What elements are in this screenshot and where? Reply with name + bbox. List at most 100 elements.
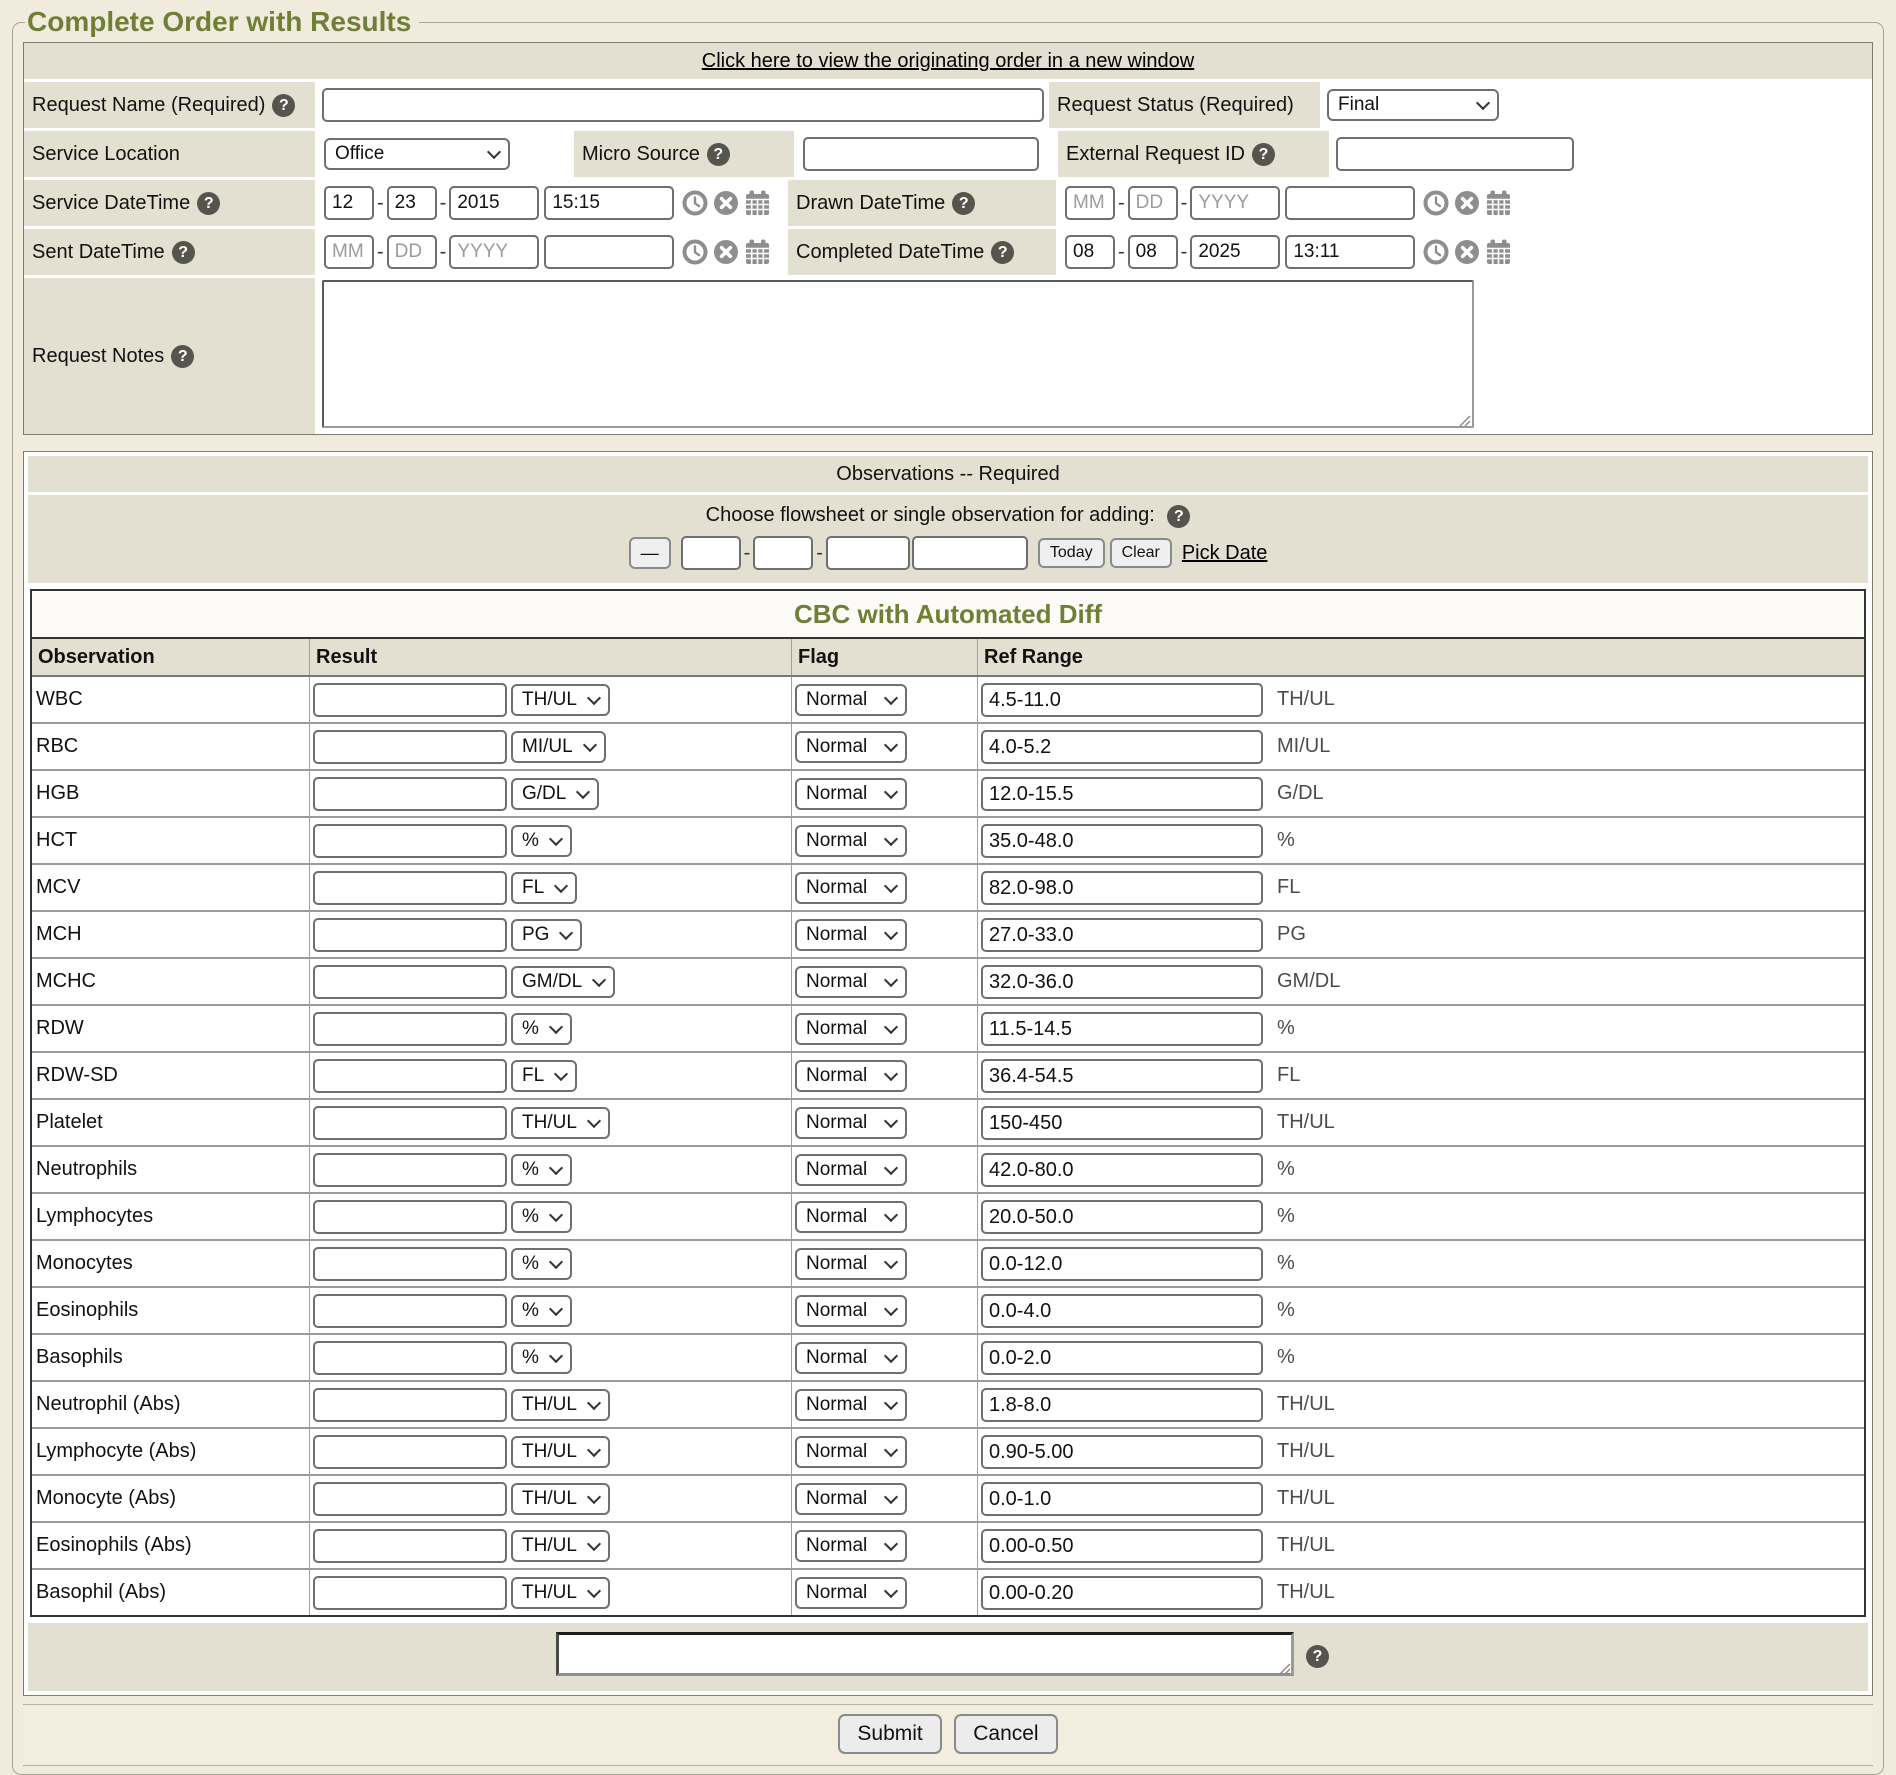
result-unit-select[interactable]: % xyxy=(511,1154,572,1186)
clock-icon[interactable] xyxy=(682,190,708,216)
clear-icon[interactable] xyxy=(713,239,739,265)
result-unit-select[interactable]: TH/UL xyxy=(511,1107,610,1139)
flag-select[interactable]: Normal xyxy=(795,1389,907,1421)
flag-select[interactable]: Normal xyxy=(795,872,907,904)
clock-icon[interactable] xyxy=(1423,190,1449,216)
flag-select[interactable]: Normal xyxy=(795,1248,907,1280)
result-unit-select[interactable]: TH/UL xyxy=(511,684,610,716)
result-input[interactable] xyxy=(313,777,507,811)
originating-order-link[interactable]: Click here to view the originating order… xyxy=(702,50,1194,72)
ref-range-input[interactable]: 0.0-2.0 xyxy=(981,1341,1263,1375)
result-unit-select[interactable]: TH/UL xyxy=(511,1530,610,1562)
help-icon[interactable]: ? xyxy=(1252,143,1275,166)
result-unit-select[interactable]: % xyxy=(511,1201,572,1233)
clear-icon[interactable] xyxy=(1454,239,1480,265)
help-icon[interactable]: ? xyxy=(952,192,975,215)
flag-select[interactable]: Normal xyxy=(795,1530,907,1562)
ref-range-input[interactable]: 0.00-0.20 xyxy=(981,1576,1263,1610)
sent-year-input[interactable] xyxy=(449,235,539,269)
result-unit-select[interactable]: PG xyxy=(511,919,582,951)
help-icon[interactable]: ? xyxy=(272,94,295,117)
help-icon[interactable]: ? xyxy=(1306,1645,1329,1668)
result-input[interactable] xyxy=(313,871,507,905)
result-unit-select[interactable]: FL xyxy=(511,872,577,904)
ref-range-input[interactable]: 11.5-14.5 xyxy=(981,1012,1263,1046)
completed-time-input[interactable] xyxy=(1285,235,1415,269)
help-icon[interactable]: ? xyxy=(991,241,1014,264)
result-unit-select[interactable]: % xyxy=(511,1248,572,1280)
ref-range-input[interactable]: 0.0-1.0 xyxy=(981,1482,1263,1516)
request-notes-textarea[interactable] xyxy=(322,280,1474,428)
ref-range-input[interactable]: 0.0-12.0 xyxy=(981,1247,1263,1281)
result-unit-select[interactable]: TH/UL xyxy=(511,1436,610,1468)
ref-range-input[interactable]: 0.90-5.00 xyxy=(981,1435,1263,1469)
flag-select[interactable]: Normal xyxy=(795,1295,907,1327)
sent-month-input[interactable] xyxy=(324,235,374,269)
result-input[interactable] xyxy=(313,1200,507,1234)
ref-range-input[interactable]: 0.0-4.0 xyxy=(981,1294,1263,1328)
result-input[interactable] xyxy=(313,1059,507,1093)
observation-search-textarea[interactable] xyxy=(556,1632,1294,1676)
service-month-input[interactable] xyxy=(324,186,374,220)
sent-day-input[interactable] xyxy=(387,235,437,269)
ref-range-input[interactable]: 4.5-11.0 xyxy=(981,683,1263,717)
result-unit-select[interactable]: TH/UL xyxy=(511,1577,610,1609)
request-status-select[interactable]: Final xyxy=(1327,89,1499,121)
drawn-year-input[interactable] xyxy=(1190,186,1280,220)
result-input[interactable] xyxy=(313,918,507,952)
calendar-icon[interactable] xyxy=(744,239,771,265)
flag-select[interactable]: Normal xyxy=(795,919,907,951)
service-year-input[interactable] xyxy=(449,186,539,220)
external-request-id-input[interactable] xyxy=(1336,137,1574,171)
ref-range-input[interactable]: 1.8-8.0 xyxy=(981,1388,1263,1422)
flag-select[interactable]: Normal xyxy=(795,1483,907,1515)
result-unit-select[interactable]: G/DL xyxy=(511,778,599,810)
result-input[interactable] xyxy=(313,1435,507,1469)
result-input[interactable] xyxy=(313,1341,507,1375)
flag-select[interactable]: Normal xyxy=(795,1577,907,1609)
flowsheet-time-input[interactable] xyxy=(912,536,1028,570)
ref-range-input[interactable]: 35.0-48.0 xyxy=(981,824,1263,858)
result-unit-select[interactable]: FL xyxy=(511,1060,577,1092)
flag-select[interactable]: Normal xyxy=(795,1201,907,1233)
drawn-month-input[interactable] xyxy=(1065,186,1115,220)
result-input[interactable] xyxy=(313,1482,507,1516)
flag-select[interactable]: Normal xyxy=(795,825,907,857)
clear-icon[interactable] xyxy=(713,190,739,216)
ref-range-input[interactable]: 32.0-36.0 xyxy=(981,965,1263,999)
flag-select[interactable]: Normal xyxy=(795,778,907,810)
result-unit-select[interactable]: % xyxy=(511,1342,572,1374)
flag-select[interactable]: Normal xyxy=(795,1342,907,1374)
help-icon[interactable]: ? xyxy=(197,192,220,215)
help-icon[interactable]: ? xyxy=(172,241,195,264)
help-icon[interactable]: ? xyxy=(1167,505,1190,528)
clock-icon[interactable] xyxy=(1423,239,1449,265)
flag-select[interactable]: Normal xyxy=(795,1013,907,1045)
flag-select[interactable]: Normal xyxy=(795,1107,907,1139)
result-input[interactable] xyxy=(313,1153,507,1187)
flag-select[interactable]: Normal xyxy=(795,684,907,716)
clear-icon[interactable] xyxy=(1454,190,1480,216)
pick-date-link[interactable]: Pick Date xyxy=(1182,542,1268,565)
ref-range-input[interactable]: 82.0-98.0 xyxy=(981,871,1263,905)
result-input[interactable] xyxy=(313,824,507,858)
result-input[interactable] xyxy=(313,1576,507,1610)
clock-icon[interactable] xyxy=(682,239,708,265)
sent-time-input[interactable] xyxy=(544,235,674,269)
service-location-select[interactable]: Office xyxy=(324,138,510,170)
result-input[interactable] xyxy=(313,683,507,717)
flag-select[interactable]: Normal xyxy=(795,1154,907,1186)
today-button[interactable]: Today xyxy=(1038,538,1105,568)
micro-source-input[interactable] xyxy=(803,137,1039,171)
completed-month-input[interactable] xyxy=(1065,235,1115,269)
result-unit-select[interactable]: MI/UL xyxy=(511,731,606,763)
result-input[interactable] xyxy=(313,1388,507,1422)
service-time-input[interactable] xyxy=(544,186,674,220)
collapse-button[interactable]: — xyxy=(629,537,671,569)
result-input[interactable] xyxy=(313,1294,507,1328)
drawn-time-input[interactable] xyxy=(1285,186,1415,220)
request-name-input[interactable] xyxy=(322,88,1044,122)
flag-select[interactable]: Normal xyxy=(795,1436,907,1468)
service-day-input[interactable] xyxy=(387,186,437,220)
flowsheet-year-input[interactable] xyxy=(826,536,910,570)
